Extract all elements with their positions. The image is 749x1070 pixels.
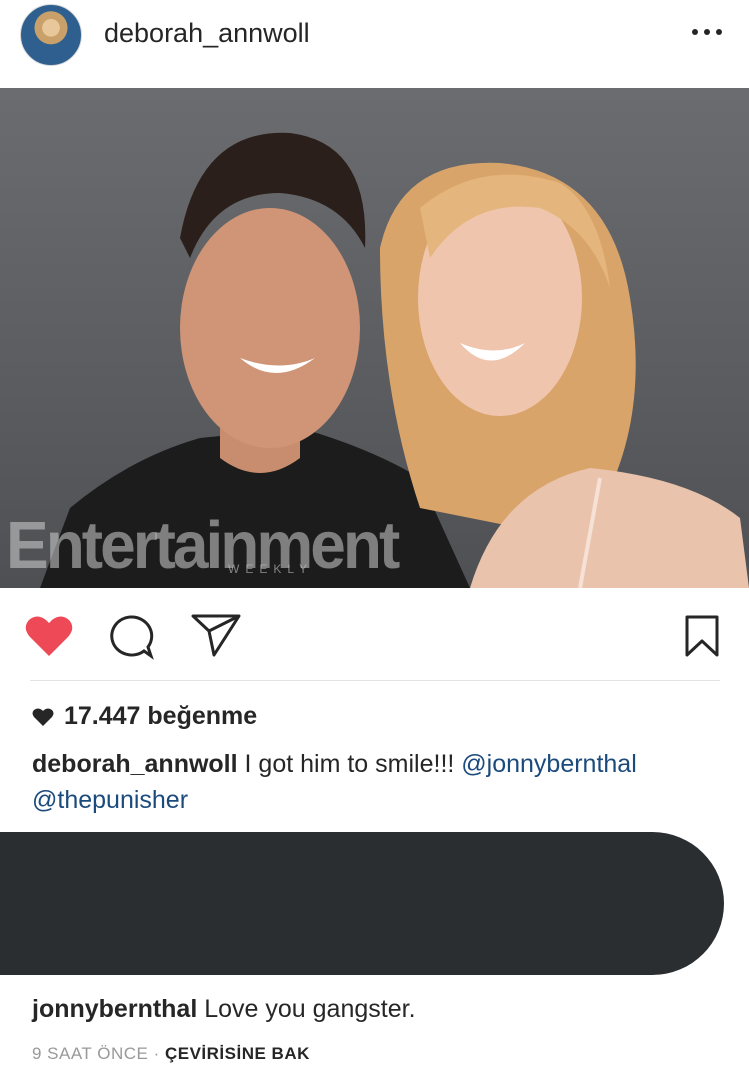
- comment-username[interactable]: jonnybernthal: [32, 995, 197, 1023]
- send-icon[interactable]: [190, 612, 242, 658]
- ellipsis-icon[interactable]: [690, 22, 724, 42]
- post-meta: 9 SAAT ÖNCE · ÇEVİRİSİNE BAK: [32, 1044, 310, 1064]
- action-bar: [0, 588, 749, 680]
- bookmark-icon[interactable]: [684, 614, 720, 658]
- post-header: deborah_annwoll: [0, 0, 749, 88]
- caption: deborah_annwoll I got him to smile!!! @j…: [32, 746, 727, 818]
- meta-separator: ·: [148, 1044, 165, 1063]
- post-photo[interactable]: Entertainment WEEKLY: [0, 88, 749, 588]
- heart-filled-icon[interactable]: [24, 614, 74, 658]
- heart-small-icon: [32, 708, 54, 726]
- divider: [30, 680, 720, 681]
- likes-count[interactable]: 17.447 beğenme: [32, 702, 257, 731]
- comment: jonnybernthal Love you gangster.: [32, 995, 416, 1024]
- likes-text: 17.447 beğenme: [64, 702, 258, 730]
- watermark-subtitle: WEEKLY: [228, 562, 314, 576]
- see-translation-link[interactable]: ÇEVİRİSİNE BAK: [165, 1044, 310, 1063]
- caption-username[interactable]: deborah_annwoll: [32, 750, 238, 778]
- header-username[interactable]: deborah_annwoll: [104, 18, 310, 49]
- comment-text: Love you gangster.: [197, 995, 416, 1023]
- caption-text: I got him to smile!!!: [237, 750, 462, 778]
- comment-icon[interactable]: [108, 614, 154, 660]
- mention-thepunisher[interactable]: @thepunisher: [32, 786, 188, 814]
- mention-jonnybernthal[interactable]: @jonnybernthal: [461, 750, 637, 778]
- watermark: Entertainment: [6, 507, 400, 583]
- avatar[interactable]: [20, 4, 82, 66]
- redaction-block: [0, 832, 724, 975]
- timestamp: 9 SAAT ÖNCE: [32, 1044, 149, 1063]
